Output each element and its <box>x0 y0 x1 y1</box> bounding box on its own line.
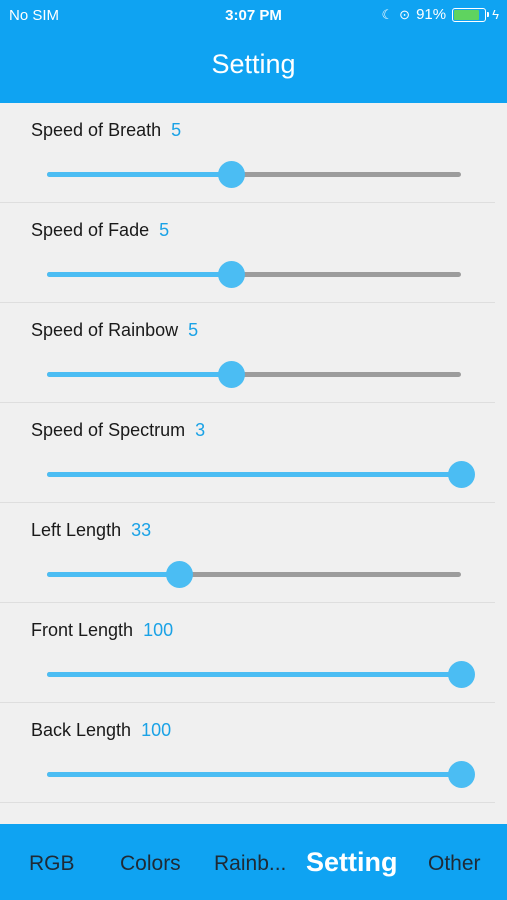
setting-name: Speed of Fade <box>31 220 150 240</box>
rotation-lock-icon: ⊙ <box>399 6 411 22</box>
slider-thumb[interactable] <box>448 661 475 688</box>
slider-track[interactable] <box>47 261 461 288</box>
setting-name: Speed of Spectrum <box>31 420 186 440</box>
battery-icon <box>452 7 490 22</box>
charging-bolt-icon: ϟ <box>492 7 499 22</box>
setting-name: Back Length <box>31 720 132 740</box>
slider-thumb[interactable] <box>218 261 245 288</box>
setting-value: 5 <box>171 120 182 140</box>
setting-label: Left Length 33 <box>31 520 151 541</box>
setting-value: 100 <box>141 720 172 740</box>
slider-fill <box>47 172 231 177</box>
slider-track[interactable] <box>47 661 475 688</box>
slider-thumb[interactable] <box>218 161 245 188</box>
setting-name: Front Length <box>31 620 134 640</box>
page-title: Setting <box>211 49 296 79</box>
status-bar: No SIM 3:07 PM ☾ ⊙ 91% ϟ <box>0 0 507 32</box>
slider-fill <box>47 372 231 377</box>
setting-value: 5 <box>159 220 170 240</box>
setting-label: Speed of Fade 5 <box>31 220 169 241</box>
setting-value: 33 <box>131 520 152 540</box>
slider-thumb[interactable] <box>166 561 193 588</box>
status-right-group: ☾ ⊙ 91% ϟ <box>382 6 499 23</box>
tab-rgb[interactable]: RGB <box>29 852 75 876</box>
slider-track[interactable] <box>47 761 475 788</box>
setting-row: Speed of Breath 5 <box>0 103 495 203</box>
slider-track[interactable] <box>47 561 461 588</box>
setting-row: Left Length 33 <box>0 503 495 603</box>
setting-name: Speed of Rainbow <box>31 320 179 340</box>
battery-fill <box>454 9 480 20</box>
setting-row: Back Length 100 <box>0 703 495 803</box>
setting-row: Front Length 100 <box>0 603 495 703</box>
setting-label: Back Length 100 <box>31 720 171 741</box>
moon-icon: ☾ <box>381 6 394 22</box>
setting-name: Left Length <box>31 520 122 540</box>
slider-fill <box>47 572 179 577</box>
setting-value: 3 <box>195 420 206 440</box>
setting-label: Speed of Spectrum 3 <box>31 420 205 441</box>
navigation-bar: No SIM 3:07 PM ☾ ⊙ 91% ϟ Setting <box>0 0 507 103</box>
slider-fill <box>47 472 461 477</box>
slider-fill <box>47 272 231 277</box>
setting-name: Speed of Breath <box>31 120 162 140</box>
battery-percent: 91% <box>416 6 447 23</box>
tab-bar: RGB Colors Rainb... Setting Other <box>0 824 507 900</box>
settings-list: Speed of Breath 5 Speed of Fade 5 Speed of R… <box>0 103 507 803</box>
slider-thumb[interactable] <box>218 361 245 388</box>
tab-colors[interactable]: Colors <box>120 852 181 876</box>
setting-label: Speed of Breath 5 <box>31 120 181 141</box>
tab-setting[interactable]: Setting <box>306 847 398 878</box>
slider-thumb[interactable] <box>448 461 475 488</box>
setting-label: Speed of Rainbow 5 <box>31 320 198 341</box>
tab-other[interactable]: Other <box>428 852 481 876</box>
slider-fill <box>47 772 461 777</box>
setting-label: Front Length 100 <box>31 620 173 641</box>
setting-row: Speed of Rainbow 5 <box>0 303 495 403</box>
setting-value: 5 <box>188 320 199 340</box>
tab-rainb[interactable]: Rainb... <box>214 852 286 876</box>
setting-row: Speed of Spectrum 3 <box>0 403 495 503</box>
slider-fill <box>47 672 461 677</box>
slider-track[interactable] <box>47 361 461 388</box>
slider-thumb[interactable] <box>448 761 475 788</box>
slider-track[interactable] <box>47 161 461 188</box>
setting-value: 100 <box>143 620 174 640</box>
slider-track[interactable] <box>47 461 475 488</box>
setting-row: Speed of Fade 5 <box>0 203 495 303</box>
